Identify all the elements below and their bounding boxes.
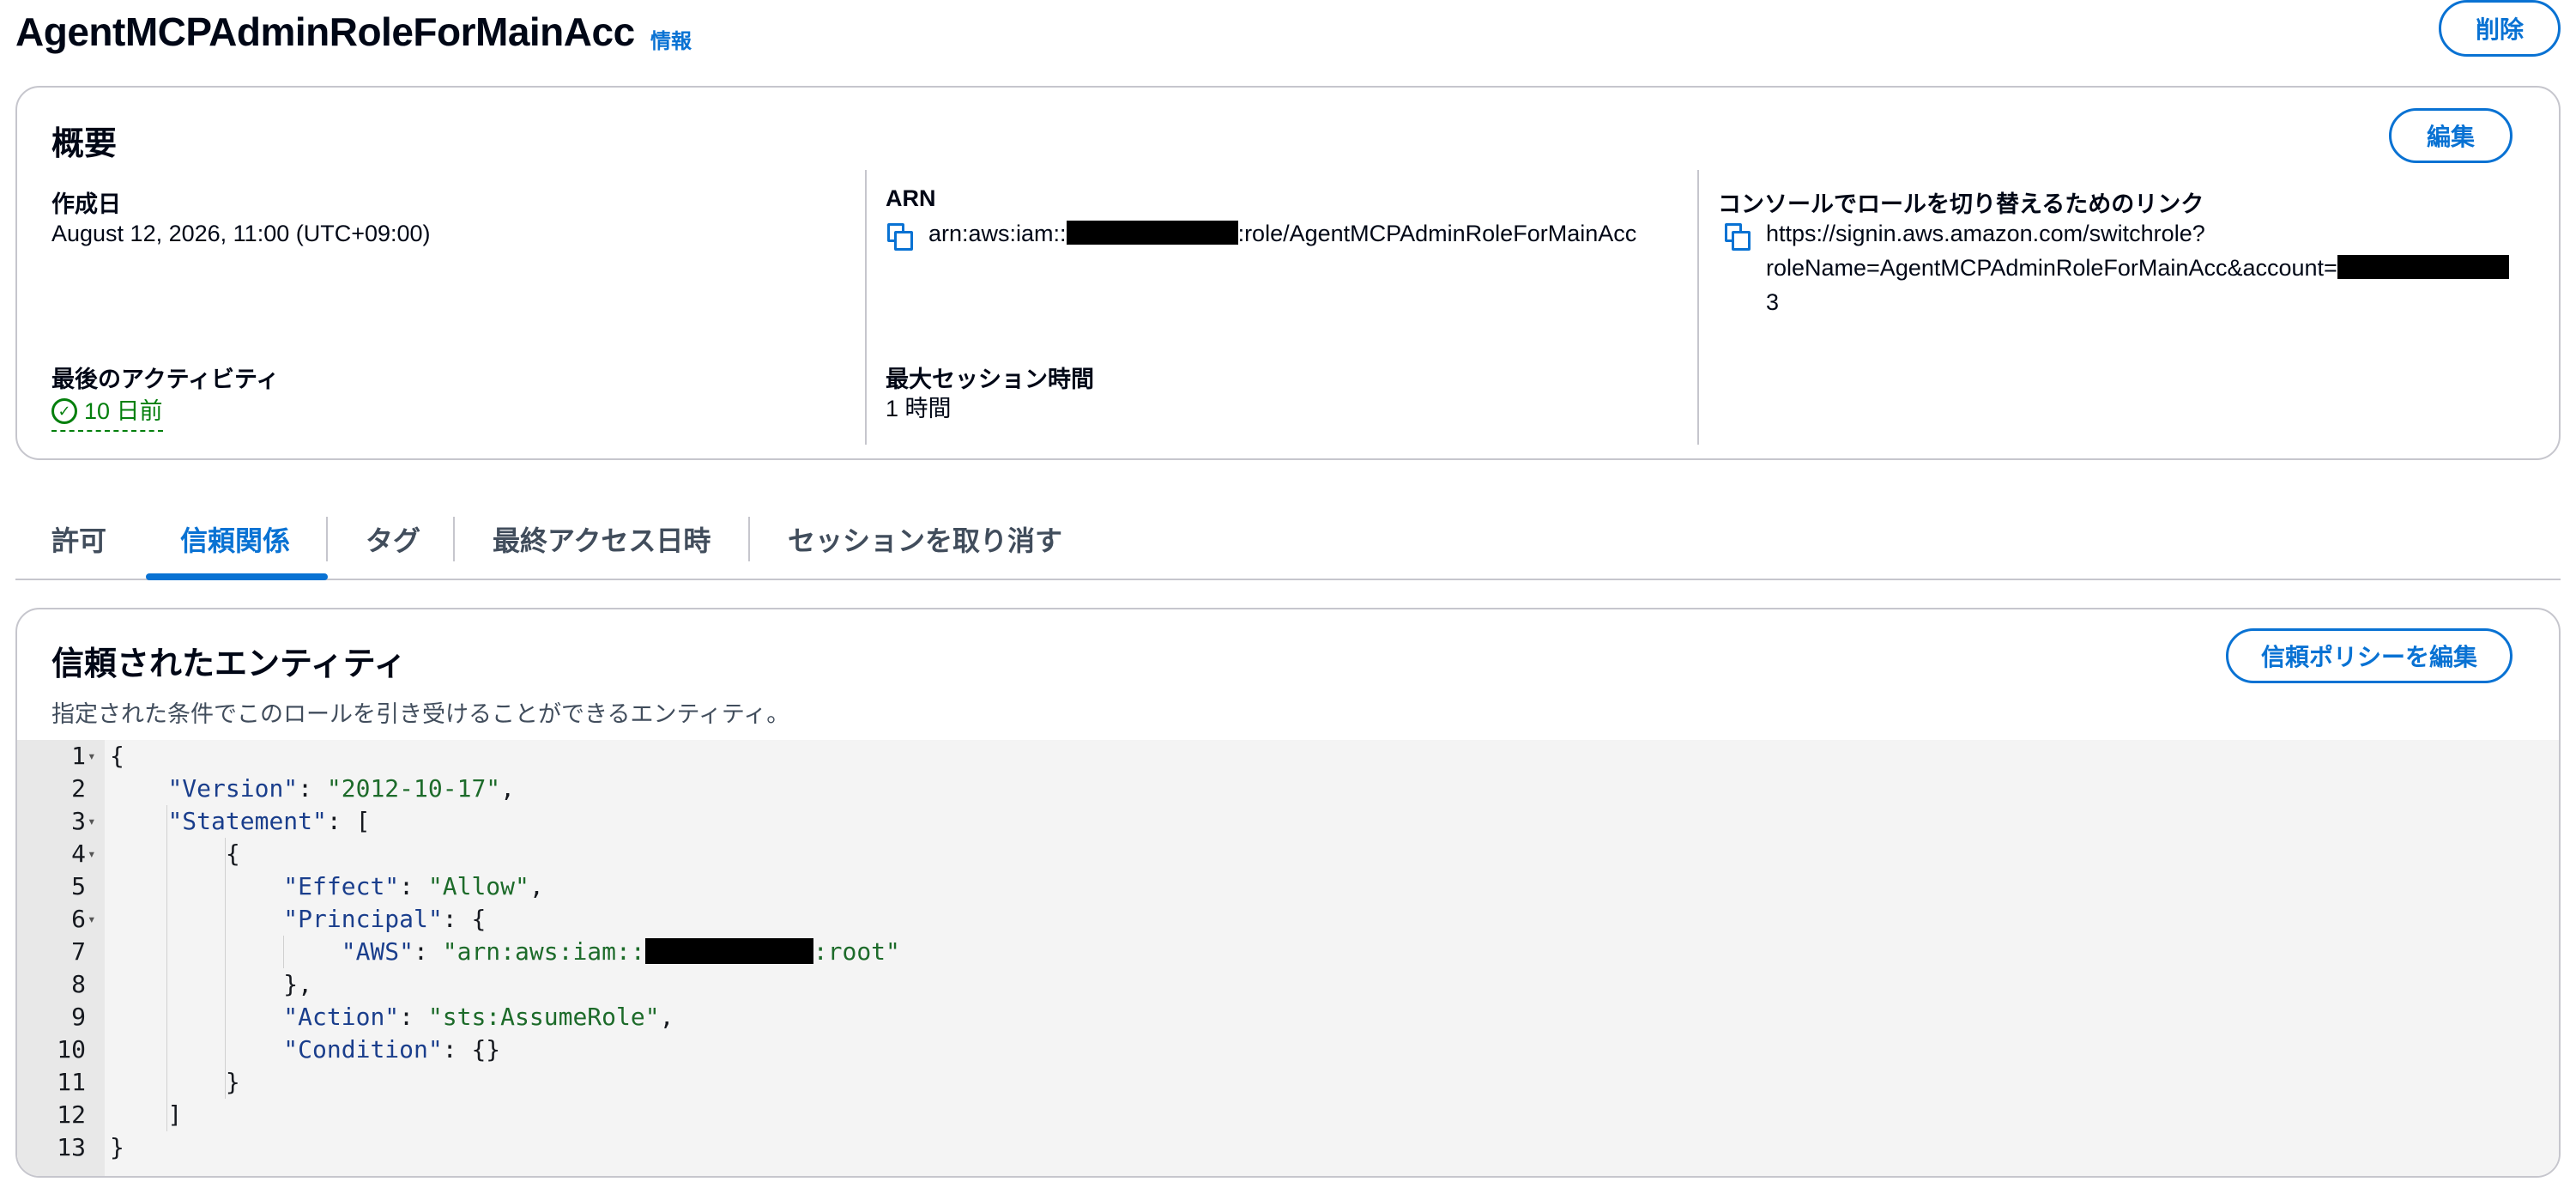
arn-label: ARN [886, 185, 936, 211]
code-line: 11 } [57, 1068, 240, 1096]
tab-separator [326, 517, 328, 561]
code-line: 9 "Action": "sts:AssumeRole", [71, 1003, 674, 1031]
last-activity-text: 10 日前 [84, 398, 163, 424]
tab-permissions[interactable]: 許可 [51, 498, 106, 580]
overview-panel: 概要 編集 作成日 August 12, 2026, 11:00 (UTC+09… [15, 86, 2561, 460]
page-header: AgentMCPAdminRoleForMainAcc 情報 削除 [15, 0, 2561, 60]
tab-bar: 許可 信頼関係 タグ 最終アクセス日時 セッションを取り消す [15, 498, 2561, 580]
policy-code-editor[interactable]: 1 ▾ { 2 "Version": "2012-10-17", 3 ▾ "Stat… [17, 740, 2559, 1176]
tab-separator [748, 517, 750, 561]
tab-separator [453, 517, 455, 561]
max-session-label: 最大セッション時間 [886, 367, 1094, 392]
code-line: 2 "Version": "2012-10-17", [71, 774, 516, 803]
active-tab-indicator [146, 573, 328, 580]
overview-column-1: 作成日 August 12, 2026, 11:00 (UTC+09:00) 最… [51, 170, 858, 445]
delete-button[interactable]: 削除 [2439, 0, 2561, 57]
page-title: AgentMCPAdminRoleForMainAcc [15, 9, 635, 54]
created-label: 作成日 [51, 191, 121, 217]
trusted-entities-description: 指定された条件でこのロールを引き受けることができるエンティティ。 [51, 701, 790, 727]
overview-title: 概要 [51, 126, 118, 162]
trusted-entities-title: 信頼されたエンティティ [51, 646, 407, 682]
max-session-value: 1 時間 [886, 396, 952, 421]
code-line: 3 ▾ "Statement": [ [17, 805, 2559, 838]
code-line: 4 ▾ { [17, 838, 2559, 870]
overview-column-2: ARN arn:aws:iam:::role/AgentMCPAdminRole… [865, 170, 1699, 445]
code-line: 8 }, [71, 970, 313, 998]
overview-column-3: コンソールでロールを切り替えるためのリンク https://signin.aws… [1697, 170, 2538, 445]
switch-role-link-line-1[interactable]: https://signin.aws.amazon.com/switchrole… [1766, 216, 2205, 251]
code-line: 6 ▾ "Principal": { [17, 903, 2559, 936]
arn-value: arn:aws:iam:::role/AgentMCPAdminRoleForM… [928, 221, 1637, 246]
code-line: 1 ▾ { [17, 740, 2559, 773]
tab-trust-relationships[interactable]: 信頼関係 [180, 498, 290, 580]
edit-button[interactable]: 編集 [2389, 108, 2513, 163]
copy-icon[interactable] [887, 223, 913, 251]
code-line: 5 "Effect": "Allow", [71, 872, 544, 900]
redacted-account-id [2337, 255, 2509, 279]
switch-role-link-line-2[interactable]: roleName=AgentMCPAdminRoleForMainAcc&acc… [1766, 251, 2509, 285]
last-activity-value[interactable]: ✓ 10 日前 [51, 391, 163, 432]
code-line: 7 "AWS": "arn:aws:iam:::root" [71, 937, 900, 966]
fold-arrow-icon[interactable]: ▾ [88, 740, 96, 773]
fold-arrow-icon[interactable]: ▾ [88, 903, 96, 936]
tab-tags[interactable]: タグ [366, 498, 420, 580]
tab-last-accessed[interactable]: 最終アクセス日時 [493, 498, 711, 580]
code-line: 12 ] [57, 1100, 183, 1129]
last-activity-status[interactable]: ✓ 10 日前 [51, 394, 163, 432]
switch-role-link-label: コンソールでロールを切り替えるためのリンク [1718, 191, 2204, 217]
last-activity-label: 最後のアクティビティ [51, 367, 280, 392]
redacted-account-id [644, 938, 813, 964]
fold-arrow-icon[interactable]: ▾ [88, 805, 96, 838]
code-line: 13 } [57, 1133, 124, 1161]
fold-arrow-icon[interactable]: ▾ [88, 838, 96, 870]
check-circle-icon: ✓ [51, 398, 77, 424]
trusted-entities-panel: 信頼されたエンティティ 指定された条件でこのロールを引き受けることができるエンテ… [15, 608, 2561, 1178]
switch-role-link-line-3[interactable]: 3 [1766, 285, 1779, 319]
copy-icon[interactable] [1725, 223, 1751, 251]
code-line: 10 "Condition": {} [57, 1035, 501, 1064]
created-value: August 12, 2026, 11:00 (UTC+09:00) [51, 221, 431, 246]
tab-revoke-sessions[interactable]: セッションを取り消す [788, 498, 1062, 580]
edit-trust-policy-button[interactable]: 信頼ポリシーを編集 [2226, 628, 2513, 683]
redacted-account-id [1066, 221, 1238, 245]
info-link[interactable]: 情報 [650, 24, 692, 54]
